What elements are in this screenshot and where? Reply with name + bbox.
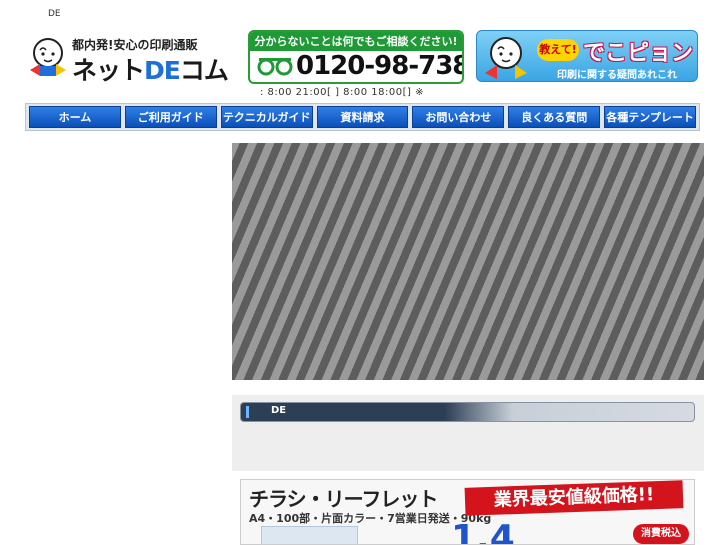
panel-header: DE: [240, 402, 695, 422]
help-badge: 教えて!: [537, 39, 579, 61]
nav-templates[interactable]: 各種テンプレート: [604, 106, 697, 128]
logo-name-de: DE: [144, 56, 181, 85]
flyer-price-headline: 業界最安値級価格!!: [464, 480, 684, 516]
flyer-ad[interactable]: チラシ・リーフレット A4・100部・片面カラー・7営業日発送・90kg 1,4…: [240, 479, 695, 545]
logo-name: ネットDEコム: [72, 51, 229, 87]
phone-headline: 分からないことは何でもご相談ください!: [250, 32, 462, 51]
main-nav: ホーム ご利用ガイド テクニカルガイド 資料請求 お問い合わせ 良くある質問 各…: [25, 103, 700, 131]
hero-banner[interactable]: [232, 143, 704, 380]
phone-banner[interactable]: 分からないことは何でもご相談ください! 0120-98-7382: [248, 30, 464, 84]
phone-number: 0120-98-7382: [296, 51, 462, 81]
flyer-tax-badge: 消費税込: [633, 524, 689, 544]
flyer-price: 1,4: [451, 518, 515, 545]
mascot-icon: [485, 37, 527, 79]
nav-guide[interactable]: ご利用ガイド: [124, 106, 217, 128]
business-hours: : 8:00 21:00[ ] 8:00 18:00[] ※: [260, 87, 424, 98]
help-title: でこピョン: [583, 41, 694, 66]
mascot-icon: [30, 38, 66, 76]
nav-home[interactable]: ホーム: [29, 106, 121, 128]
logo-name-post: コム: [179, 56, 229, 85]
top-tag: DE: [48, 9, 61, 19]
logo-name-pre: ネット: [72, 56, 145, 85]
flyer-thumbnail: [261, 526, 358, 544]
flyer-title: チラシ・リーフレット: [249, 487, 438, 511]
help-banner[interactable]: 教えて! でこピョン 印刷に関する疑問あれこれ: [476, 30, 698, 82]
nav-faq[interactable]: 良くある質問: [508, 106, 601, 128]
panel-title: DE: [271, 405, 287, 416]
nav-request-materials[interactable]: 資料請求: [316, 106, 409, 128]
panel-header-accent: [246, 406, 249, 418]
content-panel: DE チラシ・リーフレット A4・100部・片面カラー・7営業日発送・90kg …: [232, 395, 704, 545]
help-subtitle: 印刷に関する疑問あれこれ: [557, 70, 677, 81]
nav-contact[interactable]: お問い合わせ: [412, 106, 505, 128]
freedial-icon: [257, 58, 293, 76]
nav-technical-guide[interactable]: テクニカルガイド: [220, 106, 313, 128]
